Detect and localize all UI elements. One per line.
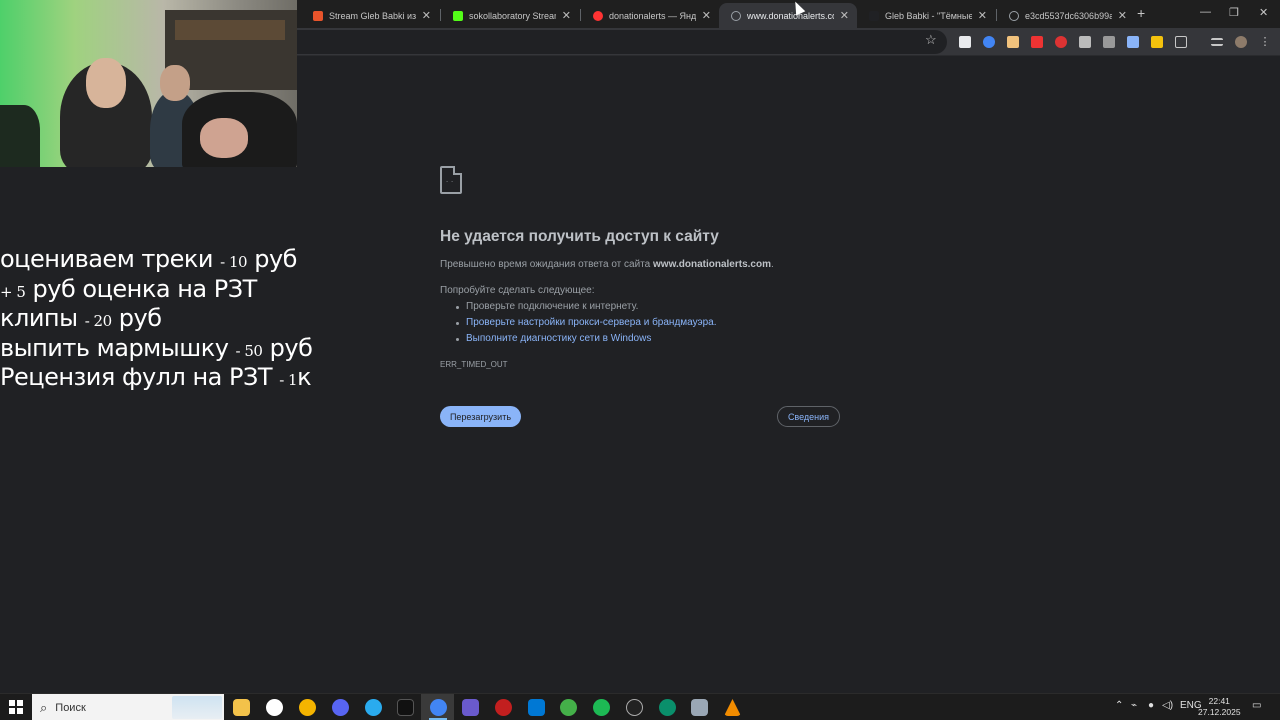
close-tab-icon[interactable]: ✕ [702,9,711,22]
file-explorer-icon[interactable] [233,699,250,716]
favicon-icon [593,10,603,21]
address-bar[interactable] [297,30,947,54]
error-title: Не удается получить доступ к сайту [440,228,719,245]
price-list-overlay: оцениваем треки - 10 руб + 5 руб оценка … [0,245,313,394]
search-highlight-image [172,696,222,719]
chrome-active-icon[interactable] [430,699,447,716]
yandex-browser-icon[interactable] [266,699,283,716]
vscode-icon[interactable] [528,699,545,716]
chrome-icon[interactable] [299,699,316,716]
webcam-overlay [0,0,297,167]
bookmark-star-icon[interactable]: ☆ [925,32,937,48]
tab-strip: Stream Gleb Babki из Мо ✕ sokollaborator… [297,0,1280,28]
notification-icon[interactable]: ▭ [1252,700,1261,711]
app-icon[interactable] [495,699,512,716]
price-line: Рецензия фулл на РЗТ - 1к [0,363,312,391]
browser-toolbar: ☆ ⋮ [297,28,1280,56]
close-tab-icon[interactable]: ✕ [422,9,431,22]
taskbar-search[interactable]: ⌕ Поиск [32,694,224,720]
extension-icon[interactable] [1151,36,1163,48]
globe-icon [731,10,741,21]
clock[interactable]: 22:41 27.12.2025 [1198,696,1241,718]
price-line: + 5 руб оценка на РЗТ [0,274,257,303]
tab-sokollaboratory[interactable]: sokollaboratory Stream - Ч ✕ [441,3,579,28]
search-placeholder: Поиск [55,701,86,714]
discord-icon[interactable] [332,699,349,716]
close-tab-icon[interactable]: ✕ [978,9,987,22]
try-label: Попробуйте сделать следующее: [440,285,595,296]
app-icon[interactable] [462,699,479,716]
extension-icon[interactable] [983,36,995,48]
close-tab-icon[interactable]: ✕ [1118,9,1127,22]
date: 27.12.2025 [1198,707,1241,717]
tab-stream-gleb[interactable]: Stream Gleb Babki из Мо ✕ [301,3,439,28]
minimize-button[interactable]: — [1200,6,1211,18]
tab-title: e3cd5537dc6306b99a9d: [1025,10,1112,21]
new-tab-button[interactable]: + [1137,5,1145,21]
tab-yandex[interactable]: donationalerts — Яндекс ✕ [581,3,719,28]
tab-donationalerts-active[interactable]: www.donationalerts.com ✕ [719,3,857,28]
extension-icon[interactable] [1007,36,1019,48]
network-icon[interactable]: ⌁ [1131,700,1137,711]
taskbar: ⌕ Поиск ⌃ ⌁ ● ◁) ENG 22:41 27.12.2025 ▭ [0,693,1280,720]
suggestion-proxy-link[interactable]: Проверьте настройки прокси-сервера и бра… [456,317,717,328]
tab-gleb-babki[interactable]: Gleb Babki - "Тёмные Дв ✕ [857,3,995,28]
price-line: оцениваем треки - 10 руб [0,245,297,273]
screen: оцениваем треки - 10 руб + 5 руб оценка … [0,0,1280,720]
close-window-button[interactable]: ✕ [1259,6,1268,19]
avatar[interactable] [1235,36,1247,48]
reload-button[interactable]: Перезагрузить [440,406,521,427]
close-tab-icon[interactable]: ✕ [562,9,571,22]
telegram-icon[interactable] [365,699,382,716]
media-control-icon[interactable] [1211,38,1223,46]
favicon-icon [313,10,323,21]
tab-title: Gleb Babki - "Тёмные Дв [885,10,972,21]
vpn-icon[interactable] [659,699,676,716]
suggestion-diagnostics-link[interactable]: Выполните диагностику сети в Windows [455,333,651,344]
extension-icon[interactable] [1127,36,1139,48]
tab-title: donationalerts — Яндекс [609,10,696,21]
app-icon[interactable] [691,699,708,716]
app-icon[interactable] [560,699,577,716]
error-code: ERR_TIMED_OUT [440,360,508,369]
close-tab-icon[interactable]: ✕ [840,9,849,22]
tab-hash[interactable]: e3cd5537dc6306b99a9d: ✕ [997,3,1135,28]
sad-face-icon: ˙˙ [446,180,456,190]
price-line: клипы - 20 руб [0,304,162,332]
start-button[interactable] [9,700,23,714]
microphone-icon[interactable]: ● [1148,700,1154,711]
favicon-icon [869,10,879,21]
obs-icon[interactable] [397,699,414,716]
extension-icon[interactable] [1079,36,1091,48]
spotify-icon[interactable] [593,699,610,716]
suggestion-check-connection: Проверьте подключение к интернету. [455,301,639,312]
details-button[interactable]: Сведения [777,406,840,427]
restore-button[interactable]: ❐ [1229,6,1239,19]
extension-icon[interactable] [1103,36,1115,48]
extension-icon[interactable] [959,36,971,48]
vlc-icon[interactable] [724,699,741,716]
favicon-icon [453,10,463,21]
tab-title: Stream Gleb Babki из Мо [329,10,416,21]
menu-icon[interactable]: ⋮ [1259,36,1271,48]
search-icon: ⌕ [40,699,48,715]
extension-icon[interactable] [1055,36,1067,48]
extension-icon[interactable] [1031,36,1043,48]
price-line: выпить мармышку - 50 руб [0,333,313,362]
tab-title: www.donationalerts.com [747,10,834,21]
error-message: Превышено время ожидания ответа от сайта… [440,259,774,270]
app-icon[interactable] [626,699,643,716]
tab-title: sokollaboratory Stream - Ч [469,10,556,21]
volume-icon[interactable]: ◁) [1162,700,1173,711]
time: 22:41 [1208,696,1230,706]
error-site: www.donationalerts.com [653,259,771,270]
puzzle-icon[interactable] [1175,36,1187,48]
globe-icon [1009,10,1019,21]
chevron-up-icon[interactable]: ⌃ [1115,700,1123,711]
